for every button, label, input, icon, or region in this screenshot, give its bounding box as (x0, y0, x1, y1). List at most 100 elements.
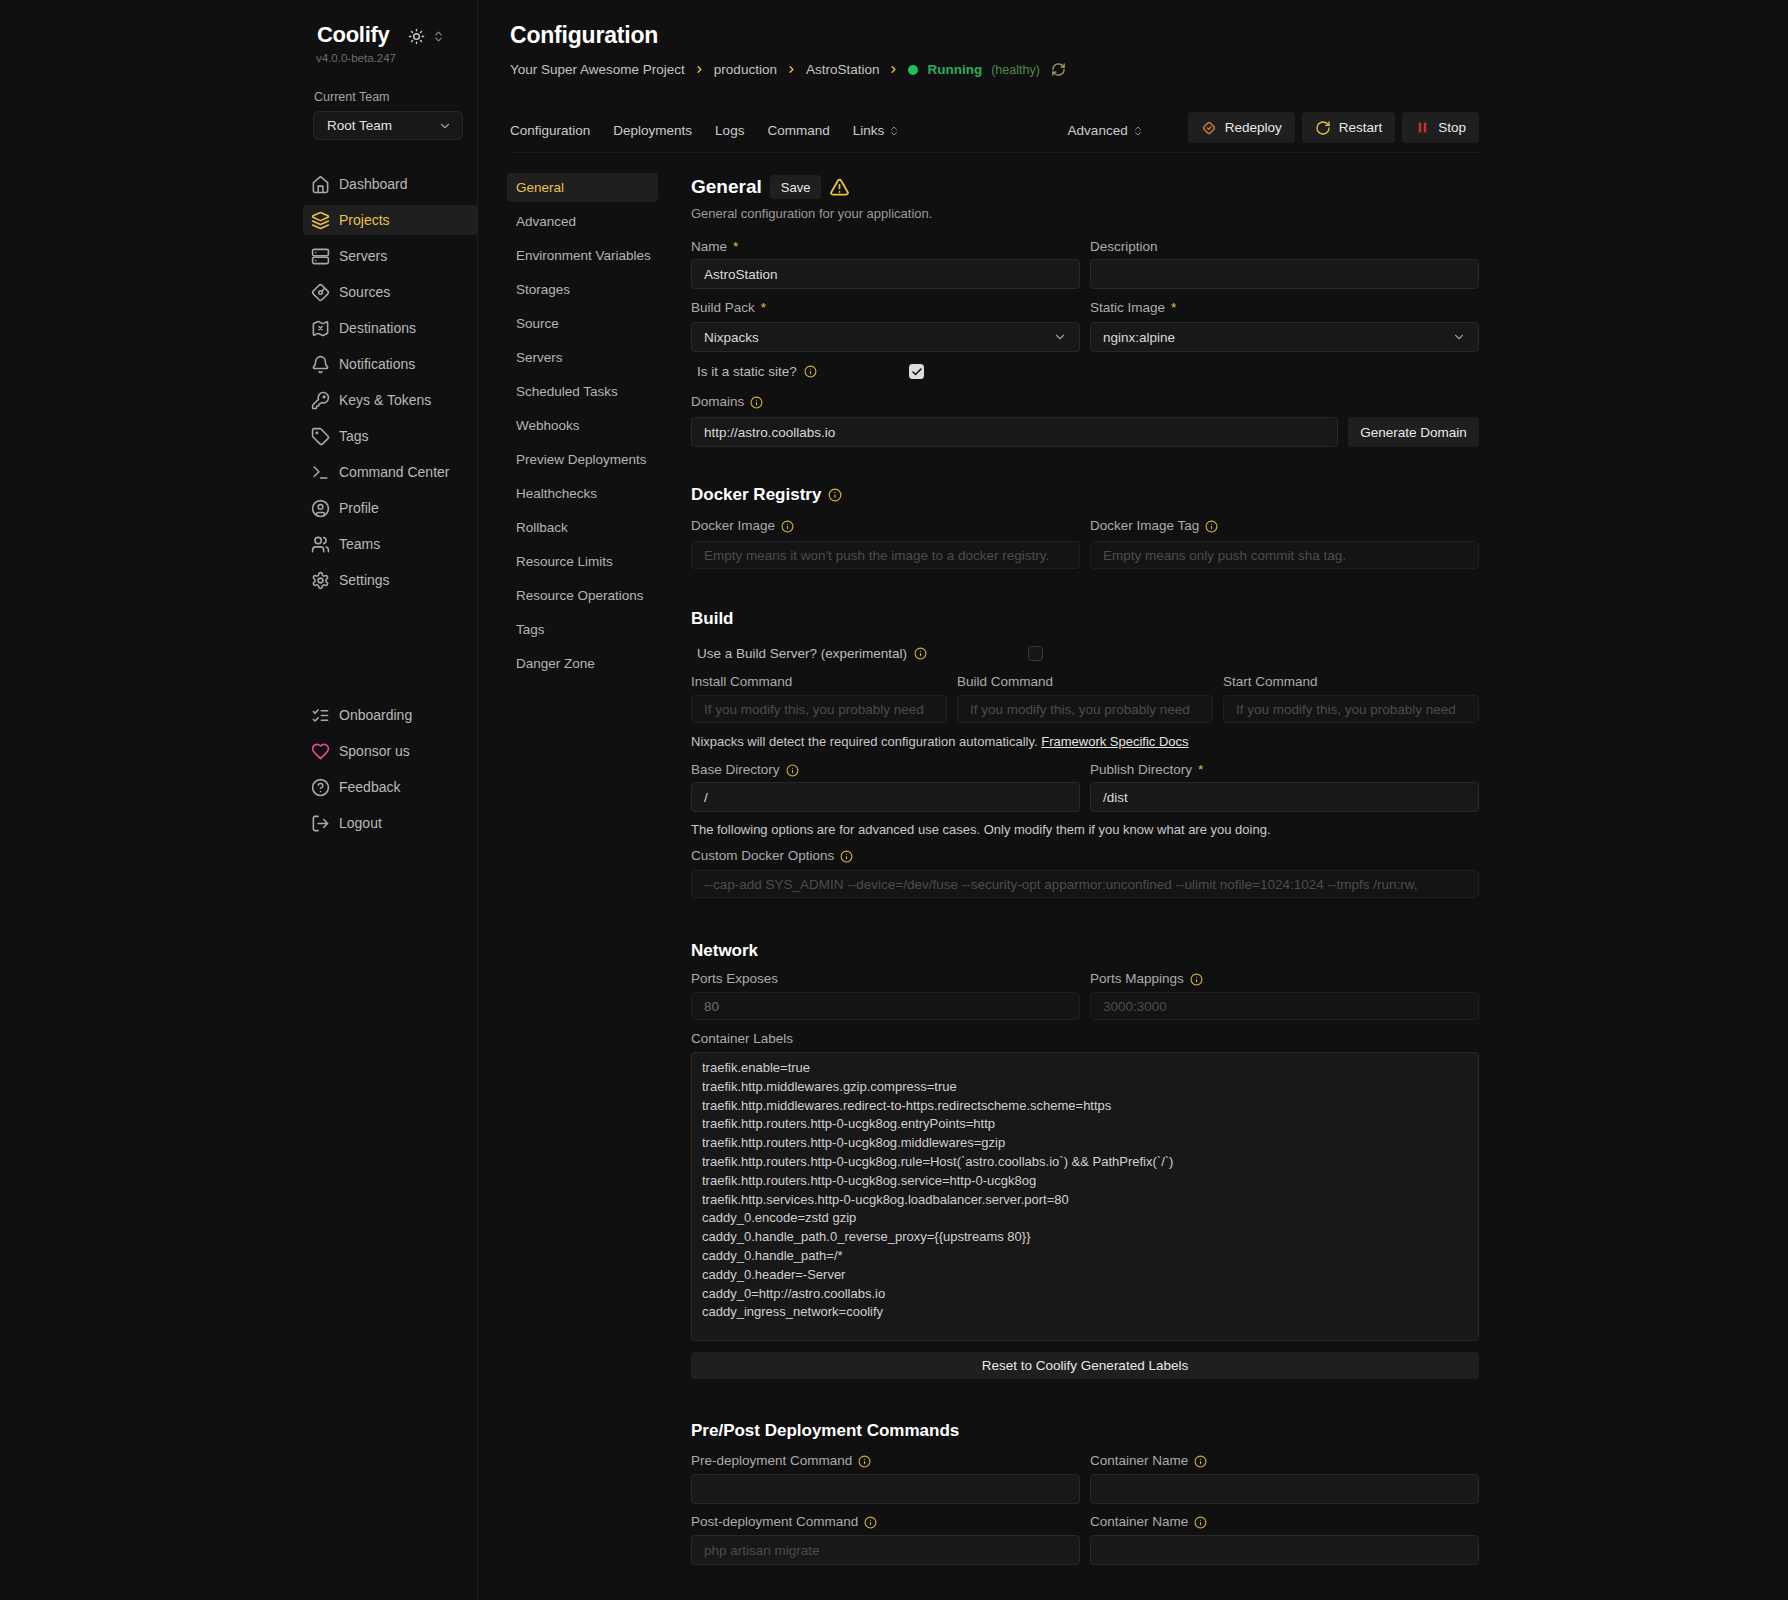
static-site-checkbox[interactable] (909, 364, 924, 379)
tab-logs[interactable]: Logs (715, 123, 744, 138)
container-labels-textarea[interactable]: traefik.enable=true traefik.http.middlew… (691, 1052, 1479, 1341)
sidebar-item-settings[interactable]: Settings (303, 565, 478, 595)
app-logo[interactable]: Coolify (317, 22, 389, 48)
start-command-input[interactable]: If you modify this, you probably need (1223, 695, 1479, 723)
info-icon (914, 647, 927, 660)
description-label: Description (1090, 240, 1479, 254)
install-command-input[interactable]: If you modify this, you probably need (691, 695, 947, 723)
theme-selector-icon[interactable] (432, 28, 445, 45)
chevron-right-icon (786, 64, 797, 75)
post-deployment-command-input[interactable]: php artisan migrate (691, 1535, 1080, 1565)
tab-configuration[interactable]: Configuration (510, 123, 590, 138)
tag-icon (310, 426, 330, 446)
refresh-icon[interactable] (1051, 62, 1066, 77)
restart-button[interactable]: Restart (1302, 112, 1396, 143)
sidebar-item-teams[interactable]: Teams (303, 529, 478, 559)
team-select[interactable]: Root Team (313, 111, 463, 140)
tab-deployments[interactable]: Deployments (613, 123, 692, 138)
sidebar-item-projects[interactable]: Projects (303, 205, 478, 235)
nixpacks-note: Nixpacks will detect the required config… (691, 735, 1479, 749)
subnav-item-advanced[interactable]: Advanced (507, 207, 658, 236)
sidebar-item-sources[interactable]: Sources (303, 277, 478, 307)
sidebar-item-feedback[interactable]: Feedback (303, 772, 478, 802)
reset-labels-button[interactable]: Reset to Coolify Generated Labels (691, 1352, 1479, 1379)
subnav-item-general[interactable]: General (507, 173, 658, 202)
git-icon (310, 282, 330, 302)
info-icon (864, 1516, 877, 1529)
custom-docker-options-input[interactable]: --cap-add SYS_ADMIN --device=/dev/fuse -… (691, 870, 1479, 898)
subnav-item-healthchecks[interactable]: Healthchecks (507, 479, 658, 508)
publish-directory-input[interactable]: /dist (1090, 782, 1479, 812)
section-subtitle: General configuration for your applicati… (691, 207, 1479, 221)
config-subnav: General Advanced Environment Variables S… (507, 173, 658, 683)
pre-container-name-input[interactable] (1090, 1474, 1479, 1504)
install-command-label: Install Command (691, 675, 947, 689)
subnav-item-preview-deployments[interactable]: Preview Deployments (507, 445, 658, 474)
build-server-checkbox[interactable] (1028, 646, 1043, 661)
description-input[interactable] (1090, 259, 1479, 289)
main-content: Configuration Your Super Awesome Project… (477, 0, 1788, 1600)
section-title-build: Build (691, 610, 1479, 628)
post-container-name-input[interactable] (1090, 1535, 1479, 1565)
build-command-input[interactable]: If you modify this, you probably need (957, 695, 1213, 723)
sidebar-item-notifications[interactable]: Notifications (303, 349, 478, 379)
ports-mappings-input[interactable]: 3000:3000 (1090, 992, 1479, 1020)
sidebar-item-logout[interactable]: Logout (303, 808, 478, 838)
help-circle-icon (310, 777, 330, 797)
sidebar-item-onboarding[interactable]: Onboarding (303, 700, 478, 730)
breadcrumb-project[interactable]: Your Super Awesome Project (510, 62, 685, 77)
sidebar-item-destinations[interactable]: Destinations (303, 313, 478, 343)
sidebar-item-tags[interactable]: Tags (303, 421, 478, 451)
stop-button[interactable]: Stop (1402, 112, 1479, 143)
chevrons-up-down-icon (1132, 125, 1144, 137)
subnav-item-tags[interactable]: Tags (507, 615, 658, 644)
base-directory-input[interactable]: / (691, 782, 1080, 812)
heart-icon (310, 741, 330, 761)
advanced-dropdown[interactable]: Advanced (1068, 123, 1144, 138)
sidebar-item-servers[interactable]: Servers (303, 241, 478, 271)
redeploy-button[interactable]: Redeploy (1188, 112, 1295, 143)
sidebar-item-profile[interactable]: Profile (303, 493, 478, 523)
docker-image-tag-input[interactable]: Empty means only push commit sha tag. (1090, 541, 1479, 569)
sidebar-item-keys-tokens[interactable]: Keys & Tokens (303, 385, 478, 415)
tab-links[interactable]: Links (853, 123, 901, 138)
sidebar-footer-nav: Onboarding Sponsor us Feedback Logout (303, 700, 478, 844)
save-button[interactable]: Save (770, 175, 822, 199)
breadcrumb-environment[interactable]: production (714, 62, 777, 77)
redeploy-icon (1201, 120, 1217, 136)
ports-exposes-input[interactable]: 80 (691, 992, 1080, 1020)
breadcrumb: Your Super Awesome Project production As… (510, 62, 1066, 77)
sidebar-item-command-center[interactable]: Command Center (303, 457, 478, 487)
subnav-item-storages[interactable]: Storages (507, 275, 658, 304)
breadcrumb-application[interactable]: AstroStation (806, 62, 880, 77)
pre-deployment-command-input[interactable] (691, 1474, 1080, 1504)
chevron-right-icon (694, 64, 705, 75)
sidebar-nav: Dashboard Projects Servers Sources Desti… (303, 169, 478, 601)
subnav-item-source[interactable]: Source (507, 309, 658, 338)
sidebar-item-sponsor[interactable]: Sponsor us (303, 736, 478, 766)
name-input[interactable]: AstroStation (691, 259, 1080, 289)
docker-image-input[interactable]: Empty means it won't push the image to a… (691, 541, 1080, 569)
tab-command[interactable]: Command (767, 123, 829, 138)
framework-docs-link[interactable]: Framework Specific Docs (1041, 734, 1188, 749)
docker-image-label: Docker Image (691, 519, 1080, 533)
subnav-item-webhooks[interactable]: Webhooks (507, 411, 658, 440)
warning-icon (829, 177, 850, 198)
gear-icon (310, 570, 330, 590)
build-pack-select[interactable]: Nixpacks (691, 322, 1080, 352)
subnav-item-environment-variables[interactable]: Environment Variables (507, 241, 658, 270)
subnav-item-danger-zone[interactable]: Danger Zone (507, 649, 658, 678)
chevron-down-icon (1452, 330, 1466, 344)
theme-toggle-icon[interactable] (408, 28, 425, 45)
subnav-item-servers[interactable]: Servers (507, 343, 658, 372)
subnav-item-resource-operations[interactable]: Resource Operations (507, 581, 658, 610)
checklist-icon (310, 705, 330, 725)
subnav-item-scheduled-tasks[interactable]: Scheduled Tasks (507, 377, 658, 406)
subnav-item-resource-limits[interactable]: Resource Limits (507, 547, 658, 576)
sidebar-item-dashboard[interactable]: Dashboard (303, 169, 478, 199)
domains-input[interactable]: http://astro.coollabs.io (691, 417, 1338, 447)
generate-domain-button[interactable]: Generate Domain (1348, 417, 1479, 447)
subnav-item-rollback[interactable]: Rollback (507, 513, 658, 542)
section-title-general: General (691, 176, 762, 198)
static-image-select[interactable]: nginx:alpine (1090, 322, 1479, 352)
